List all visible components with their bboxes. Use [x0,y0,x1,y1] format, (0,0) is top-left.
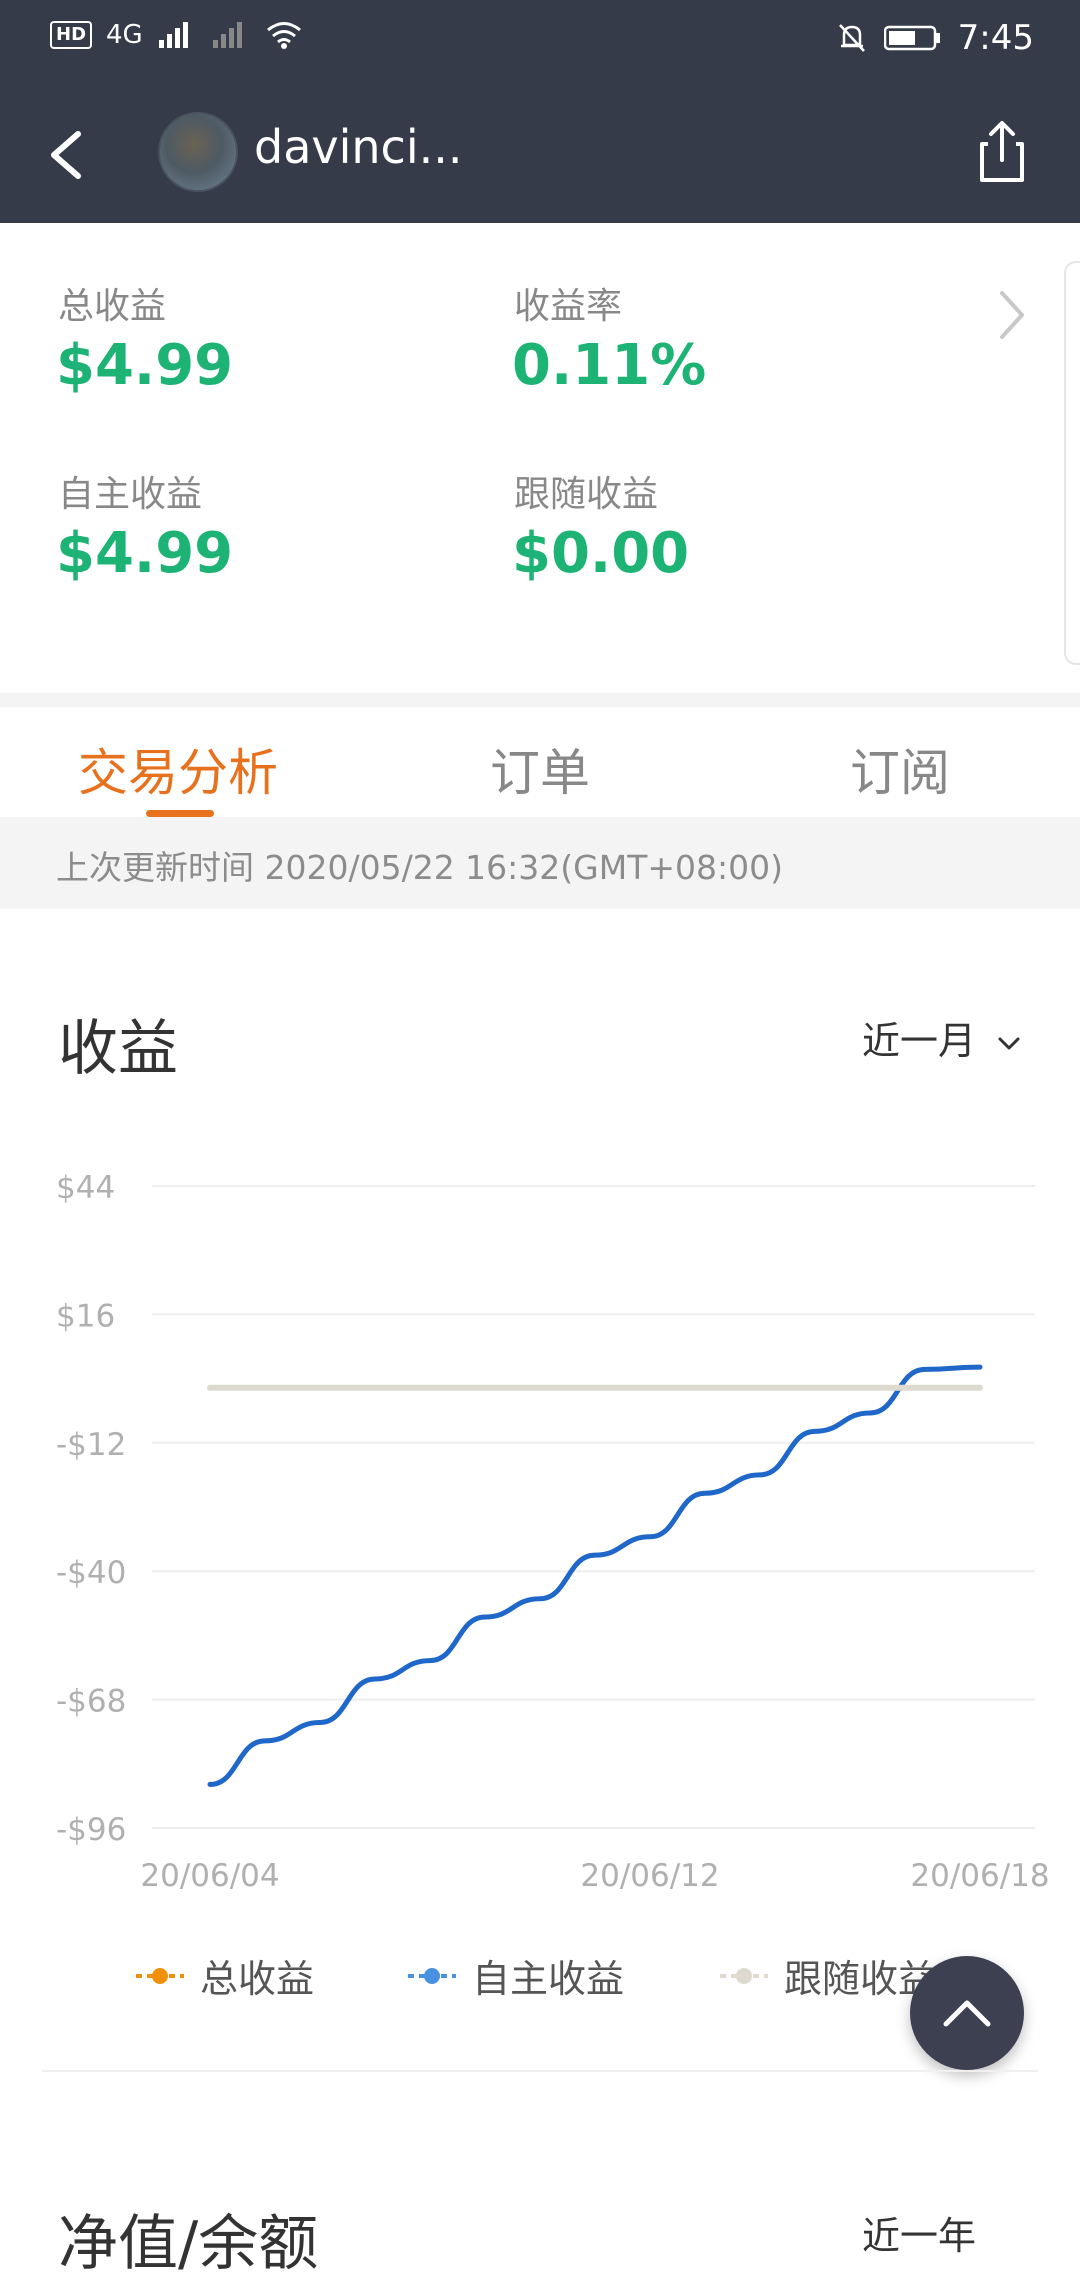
net-value-range-label: 近一年 [862,2214,977,2258]
last-update-bar: 上次更新时间 2020/05/22 16:32(GMT+08:00) [0,817,1080,909]
legend-item-self-income[interactable]: 自主收益 [406,1948,624,2003]
signal-2-icon [212,22,242,48]
section-divider [42,2070,1038,2072]
x-tick-label: 20/06/18 [910,1858,1049,1894]
battery-icon [883,25,940,51]
network-indicator: 4G [106,20,143,50]
avatar[interactable] [158,112,238,192]
series-line-1 [207,1364,983,1787]
total-income-value: $4.99 [56,333,234,398]
mute-bell-icon [838,24,865,52]
wifi-icon [266,22,301,49]
y-tick-label: -$96 [56,1812,126,1848]
legend-label-self: 自主收益 [472,1957,625,2001]
tab-orders[interactable]: 订单 [490,733,590,805]
chevron-up-icon [943,2000,991,2027]
self-income-value: $4.99 [56,521,234,586]
income-range-selector[interactable]: 近一月 [862,1010,1022,1065]
y-tick-label: -$68 [56,1684,126,1720]
username[interactable]: davinci... [254,120,462,174]
last-update-text: 上次更新时间 2020/05/22 16:32(GMT+08:00) [56,848,783,887]
clock: 7:45 [957,18,1034,58]
x-tick-label: 20/06/12 [580,1858,719,1894]
chevron-down-icon [998,1037,1020,1049]
net-value-range-selector[interactable]: 近一年 [862,2205,976,2260]
scroll-to-top-button[interactable] [910,1956,1024,2070]
x-tick-label: 20/06/04 [140,1858,279,1894]
self-income-label: 自主收益 [58,474,203,515]
status-left: HD 4G [50,20,303,50]
tab-bar: 交易分析 订单 订阅 [0,707,1080,817]
chevron-right-icon[interactable] [994,285,1030,345]
income-chart: $44 $16 -$12 -$40 -$68 -$96 20/06/04 20/06/12 20… [56,1170,1050,1894]
income-section-title: 收益 [58,1014,178,1084]
hd-icon: HD [50,21,93,49]
status-bar: HD 4G 7:45 [0,0,1080,80]
section-separator [0,693,1080,707]
share-icon[interactable] [972,116,1032,186]
legend-marker-total [136,1967,184,1984]
follow-income-value: $0.00 [512,521,690,586]
income-range-label: 近一月 [862,1019,977,1063]
signal-icon [158,22,188,48]
legend-label-total: 总收益 [200,1957,315,2001]
y-tick-label: -$12 [56,1427,126,1463]
card-edge [1064,261,1080,665]
income-summary[interactable]: 总收益 $4.99 收益率 0.11% 自主收益 $4.99 跟随收益 $0.0… [0,223,1080,693]
follow-income-label: 跟随收益 [514,474,659,515]
total-income-label: 总收益 [58,286,167,327]
y-tick-label: $44 [56,1170,115,1206]
legend-marker-follow [720,1967,768,1984]
legend-item-total-income[interactable]: 总收益 [134,1948,314,2003]
legend-marker-self [408,1967,456,1984]
y-tick-label: -$40 [56,1555,126,1591]
legend-item-follow-income[interactable]: 跟随收益 [718,1948,936,2003]
return-rate-value: 0.11% [512,333,707,398]
return-rate-label: 收益率 [514,286,623,327]
status-right: 7:45 [836,18,1034,58]
header: davinci... [0,80,1080,223]
tab-trade-analysis[interactable]: 交易分析 [78,733,278,805]
tab-subscriptions[interactable]: 订阅 [850,733,950,805]
active-tab-indicator [146,810,214,817]
net-value-section-title: 净值/余额 [58,2209,319,2279]
y-tick-label: $16 [56,1298,115,1334]
back-arrow-icon[interactable] [40,120,100,190]
